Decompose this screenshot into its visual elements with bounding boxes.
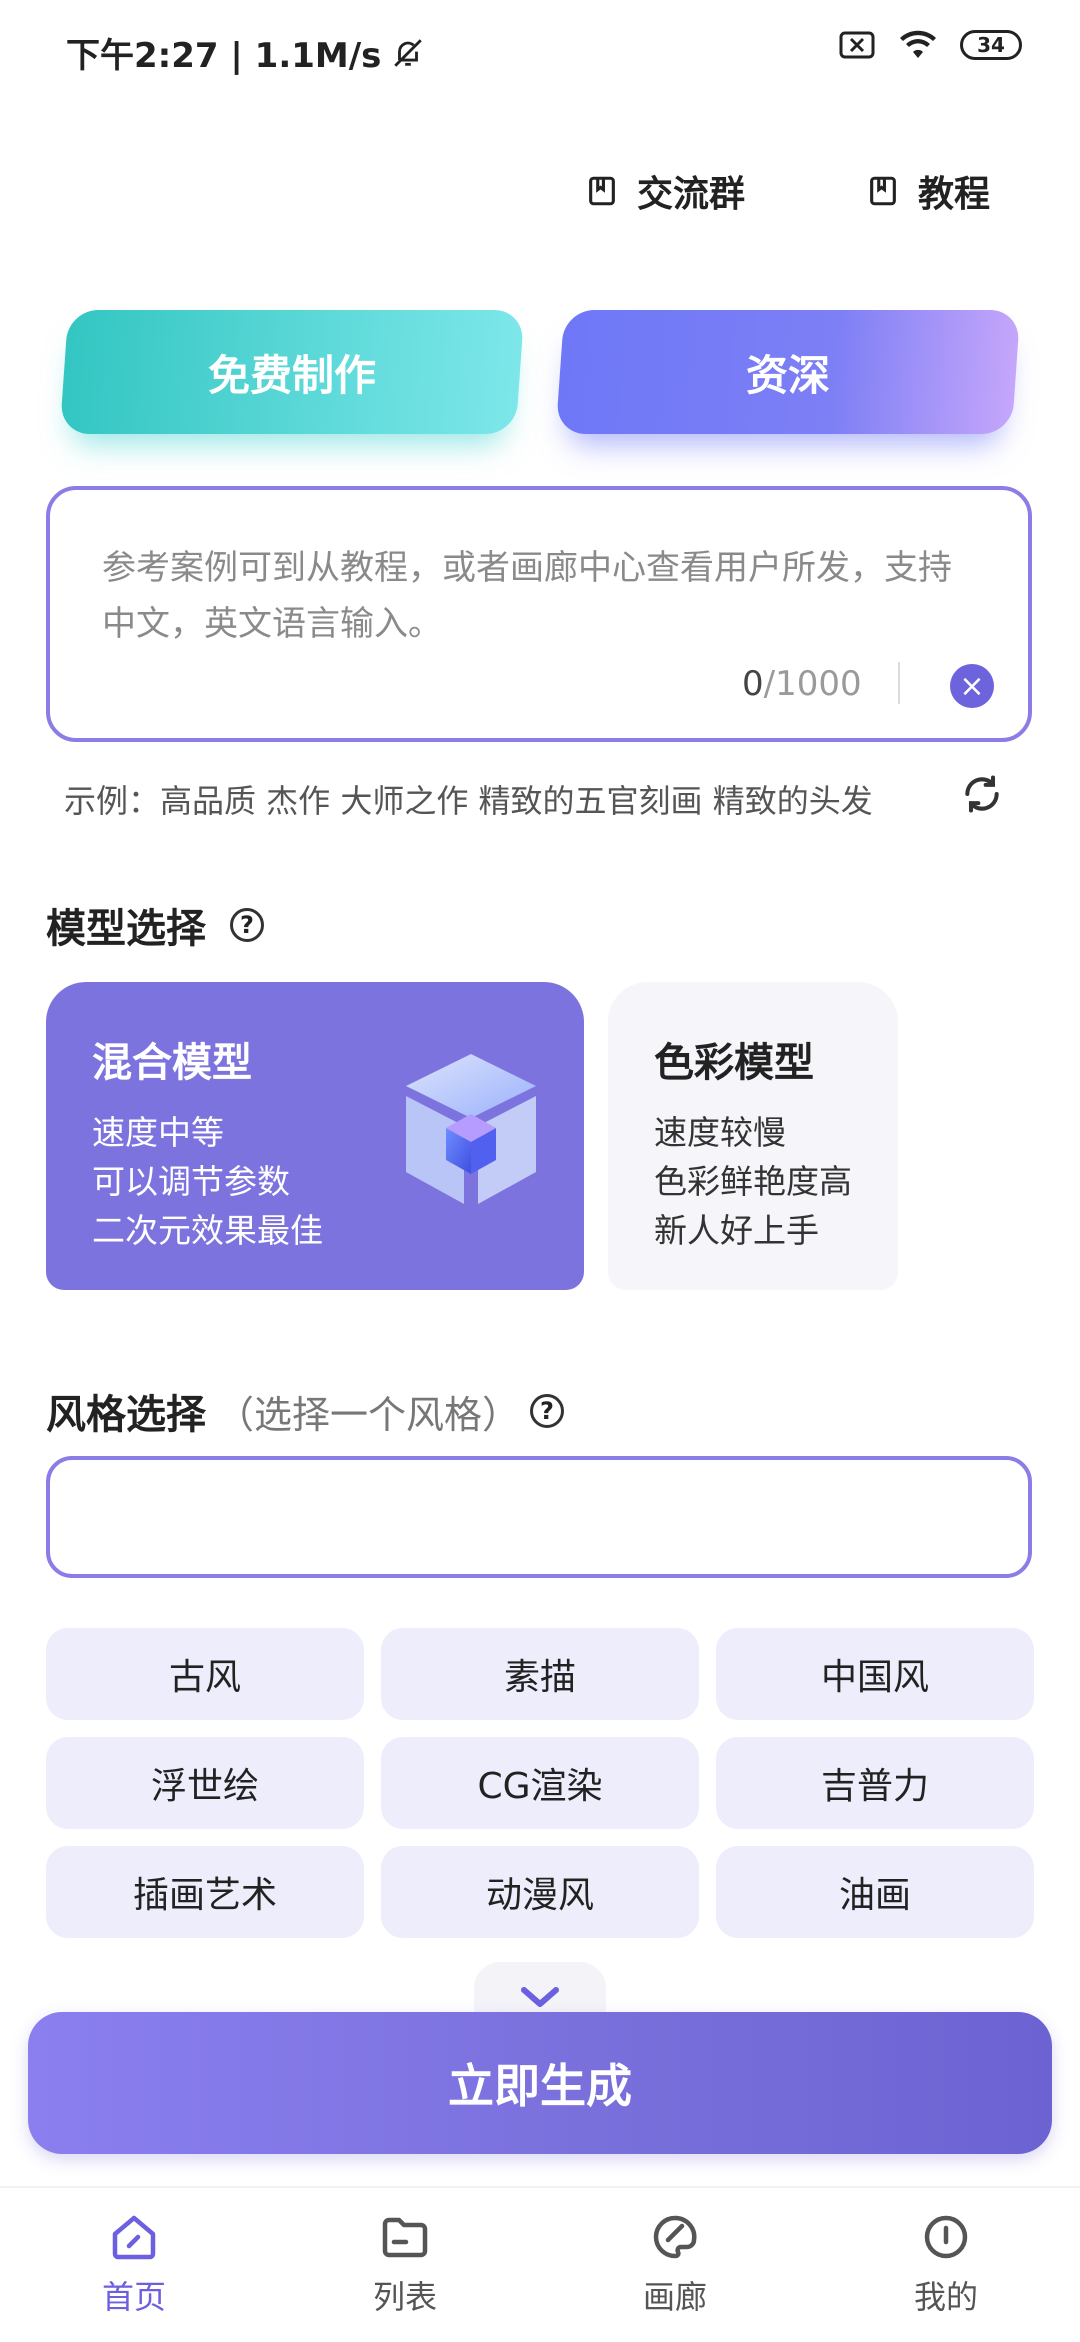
help-icon[interactable]: ? xyxy=(230,908,264,942)
sim-off-icon xyxy=(839,31,875,59)
nav-label: 首页 xyxy=(101,2278,166,2316)
model-section-heading: 模型选择 ? xyxy=(46,896,264,954)
group-chat-link[interactable]: 交流群 xyxy=(585,165,745,217)
help-icon[interactable]: ? xyxy=(530,1394,565,1428)
model-card-line: 速度中等 xyxy=(92,1113,224,1152)
nav-list[interactable]: 列表 xyxy=(305,2210,505,2318)
profile-icon xyxy=(924,2215,968,2259)
style-chip[interactable]: 浮世绘 xyxy=(46,1737,364,1829)
status-time-speed: 下午2:27 | 1.1M/s xyxy=(66,36,382,76)
model-card-mixed[interactable]: 混合模型 速度中等 可以调节参数 二次元效果最佳 xyxy=(46,982,584,1290)
model-card-line: 可以调节参数 xyxy=(92,1162,290,1201)
refresh-icon[interactable] xyxy=(960,772,1004,816)
model-card-line: 速度较慢 xyxy=(654,1113,786,1152)
book-icon xyxy=(589,176,615,206)
style-chip[interactable]: CG渲染 xyxy=(381,1737,699,1829)
char-count-max: /1000 xyxy=(763,664,862,704)
chevron-down-icon xyxy=(521,1987,559,2007)
nav-gallery[interactable]: 画廊 xyxy=(575,2210,775,2318)
pro-mode-button[interactable]: 资深 xyxy=(555,310,1021,434)
model-card-line: 色彩鲜艳度高 xyxy=(654,1162,852,1201)
cube-icon xyxy=(406,1054,536,1204)
nav-label: 画廊 xyxy=(642,2278,707,2316)
free-mode-button[interactable]: 免费制作 xyxy=(59,310,525,434)
char-count-current: 0 xyxy=(742,664,764,704)
style-chip[interactable]: 素描 xyxy=(381,1628,699,1720)
model-card-line: 二次元效果最佳 xyxy=(92,1211,323,1250)
free-mode-label: 免费制作 xyxy=(207,350,376,400)
model-section-title: 模型选择 xyxy=(46,906,206,952)
model-card-line: 新人好上手 xyxy=(654,1211,819,1250)
counter-divider xyxy=(898,662,900,704)
close-icon: × xyxy=(959,668,985,704)
nav-profile[interactable]: 我的 xyxy=(846,2210,1046,2318)
style-section-heading: 风格选择 （选择一个风格） ? xyxy=(46,1382,565,1440)
pro-mode-label: 资深 xyxy=(745,350,830,400)
nav-home[interactable]: 首页 xyxy=(34,2210,234,2318)
style-chip[interactable]: 插画艺术 xyxy=(46,1846,364,1938)
wifi-icon xyxy=(900,30,936,58)
tutorial-label: 教程 xyxy=(918,174,991,215)
nav-label: 我的 xyxy=(913,2278,978,2316)
bottom-nav: 首页 列表 画廊 我的 xyxy=(0,2186,1080,2342)
style-chip[interactable]: 中国风 xyxy=(716,1628,1034,1720)
model-card-color[interactable]: 色彩模型 速度较慢 色彩鲜艳度高 新人好上手 xyxy=(608,982,898,1290)
nav-label: 列表 xyxy=(372,2278,437,2316)
char-counter: 0/1000 xyxy=(742,664,862,704)
folder-icon xyxy=(382,2217,428,2258)
generate-label: 立即生成 xyxy=(448,2059,632,2113)
group-chat-label: 交流群 xyxy=(637,174,746,215)
style-chip[interactable]: 油画 xyxy=(716,1846,1034,1938)
palette-icon xyxy=(653,2215,697,2259)
status-bar-left: 下午2:27 | 1.1M/s xyxy=(66,28,425,77)
style-chip[interactable]: 吉普力 xyxy=(716,1737,1034,1829)
model-card-title: 混合模型 xyxy=(92,1040,252,1086)
battery-indicator: 34 xyxy=(960,30,1022,60)
style-input[interactable] xyxy=(46,1456,1032,1578)
generate-button[interactable]: 立即生成 xyxy=(28,2012,1052,2154)
status-bar-right: 34 xyxy=(838,30,1022,60)
style-section-title: 风格选择 xyxy=(46,1392,206,1438)
style-chip[interactable]: 古风 xyxy=(46,1628,364,1720)
example-text: 示例：高品质 杰作 大师之作 精致的五官刻画 精致的头发 xyxy=(64,782,873,820)
model-card-title: 色彩模型 xyxy=(654,1040,814,1086)
prompt-placeholder: 参考案例可到从教程，或者画廊中心查看用户所发，支持中文，英文语言输入。 xyxy=(102,548,952,644)
home-icon xyxy=(112,2215,156,2260)
style-chip[interactable]: 动漫风 xyxy=(381,1846,699,1938)
style-section-subtitle: （选择一个风格） xyxy=(216,1392,521,1437)
book-icon xyxy=(870,176,896,206)
mute-bell-icon xyxy=(394,38,423,67)
clear-button[interactable]: × xyxy=(950,664,994,708)
tutorial-link[interactable]: 教程 xyxy=(866,165,990,217)
